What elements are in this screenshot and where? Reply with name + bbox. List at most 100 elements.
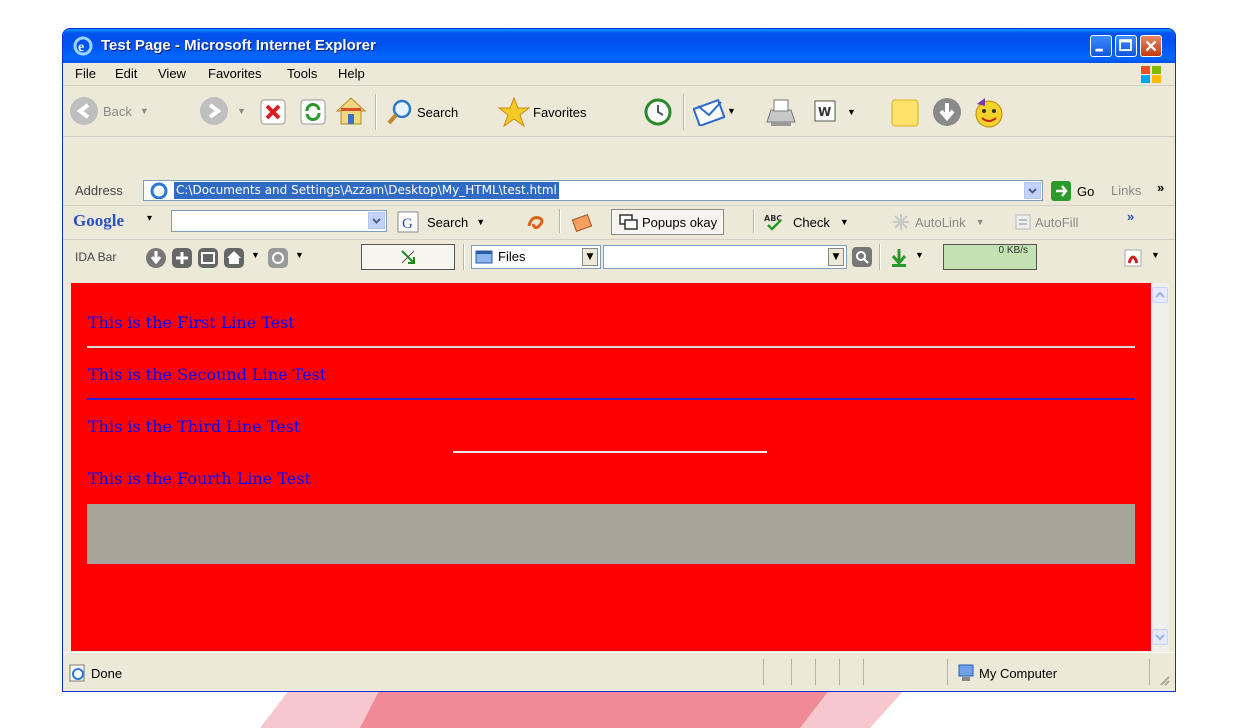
resize-grip-icon[interactable]	[1157, 673, 1171, 687]
notes-icon[interactable]	[889, 97, 921, 129]
ida-search-dropdown-icon[interactable]: ▼	[828, 248, 844, 266]
ida-scheduler-icon[interactable]	[267, 247, 289, 269]
toolbar-separator	[753, 209, 755, 233]
messenger-icon[interactable]	[971, 94, 1007, 130]
menu-favorites[interactable]: Favorites	[208, 66, 261, 81]
menu-view[interactable]: View	[158, 66, 186, 81]
search-button[interactable]: Search	[385, 98, 458, 126]
edit-dropdown-icon[interactable]: ▼	[847, 107, 856, 117]
close-window-button[interactable]	[1140, 35, 1162, 57]
print-icon[interactable]	[765, 96, 797, 128]
browser-window: e Test Page - Microsoft Internet Explore…	[62, 28, 1176, 692]
toolbar-separator	[879, 244, 881, 270]
ida-home-dropdown-icon[interactable]: ▼	[251, 250, 260, 260]
edit-word-button[interactable]: W ▼	[813, 99, 856, 125]
chevron-down-icon	[372, 218, 381, 224]
ida-speed-meter: 0 KB/s	[943, 244, 1037, 270]
forward-arrow-icon	[200, 97, 228, 125]
menu-tools[interactable]: Tools	[287, 66, 317, 81]
chevron-up-icon	[1155, 291, 1165, 298]
check-dropdown-icon[interactable]: ▼	[840, 217, 849, 227]
scroll-down-button[interactable]	[1152, 629, 1168, 645]
status-separator	[1149, 659, 1150, 685]
toolbar-separator	[375, 94, 377, 130]
forward-dropdown-icon[interactable]: ▼	[237, 106, 246, 116]
status-text: Done	[91, 666, 123, 681]
history-icon[interactable]	[643, 97, 673, 127]
page-icon	[150, 182, 168, 199]
google-logo[interactable]: Google	[73, 211, 124, 231]
ida-window-icon[interactable]	[197, 247, 219, 269]
stop-icon[interactable]	[259, 98, 287, 126]
autolink-button[interactable]: AutoLink ▼	[891, 212, 985, 232]
status-separator	[763, 659, 764, 685]
go-label: Go	[1077, 183, 1095, 199]
links-more-chevron[interactable]: »	[1157, 180, 1164, 195]
refresh-icon[interactable]	[299, 98, 327, 126]
menu-help[interactable]: Help	[338, 66, 365, 81]
address-field[interactable]: C:\Documents and Settings\Azzam\Desktop\…	[143, 180, 1043, 201]
google-logo-dropdown-icon[interactable]: ▾	[147, 213, 152, 224]
ida-add-icon[interactable]	[171, 247, 193, 269]
ida-home-icon[interactable]	[223, 247, 245, 269]
files-dropdown-icon[interactable]: ▼	[582, 248, 598, 266]
pagerank-icon[interactable]	[525, 212, 547, 234]
address-label: Address	[75, 183, 123, 198]
ida-speed-graph[interactable]	[361, 244, 455, 270]
minimize-icon	[1095, 48, 1103, 52]
page-done-icon	[69, 664, 85, 682]
download-circle-icon[interactable]	[931, 96, 963, 128]
popups-okay-button[interactable]: Popups okay	[611, 209, 725, 235]
google-search-dropdown-button[interactable]	[368, 212, 385, 229]
menu-file[interactable]: File	[75, 66, 96, 81]
google-search-button[interactable]: G Search ▼	[397, 211, 485, 233]
mail-button[interactable]: ▼	[693, 96, 736, 126]
go-button[interactable]: Go	[1051, 181, 1094, 201]
home-icon[interactable]	[335, 95, 367, 127]
standard-toolbar: Back ▼ ▼ Search Favorites ▼ W ▼	[63, 86, 1175, 137]
google-more-chevron[interactable]: »	[1127, 209, 1134, 224]
favorites-button[interactable]: Favorites	[497, 96, 586, 128]
ida-search-input[interactable]: ▼	[603, 245, 847, 269]
ida-green-dropdown-icon[interactable]: ▼	[915, 250, 924, 260]
vertical-scrollbar[interactable]	[1151, 283, 1169, 651]
autofill-button[interactable]: AutoFill	[1013, 212, 1078, 232]
ida-download-icon[interactable]	[145, 247, 167, 269]
svg-text:e: e	[78, 40, 84, 55]
favorites-label: Favorites	[533, 104, 587, 120]
minimize-button[interactable]	[1090, 35, 1112, 57]
toolbar-separator	[683, 94, 685, 130]
files-label: Files	[498, 249, 526, 264]
horizontal-rule	[87, 346, 1135, 348]
spell-check-button[interactable]: ABC Check ▼	[763, 212, 849, 232]
autolink-dropdown-icon[interactable]: ▼	[976, 217, 985, 227]
forward-button[interactable]: ▼	[199, 96, 246, 126]
back-dropdown-icon[interactable]: ▼	[140, 106, 149, 116]
google-search-dropdown-icon[interactable]: ▼	[476, 217, 485, 227]
spellcheck-icon: ABC	[764, 214, 782, 231]
check-label: Check	[793, 214, 830, 230]
horizontal-rule-short	[453, 451, 767, 453]
ida-search-icon[interactable]	[851, 246, 873, 268]
ida-scheduler-dropdown-icon[interactable]: ▼	[295, 250, 304, 260]
address-input[interactable]: C:\Documents and Settings\Azzam\Desktop\…	[174, 182, 559, 199]
google-search-input[interactable]	[171, 210, 387, 232]
ida-category-select[interactable]: Files ▼	[471, 245, 601, 269]
ida-green-download-icon[interactable]	[889, 247, 909, 269]
blog-this-icon[interactable]	[571, 211, 595, 233]
status-separator	[791, 659, 792, 685]
ida-cursor-icon	[401, 250, 415, 264]
maximize-button[interactable]	[1115, 35, 1137, 57]
mail-dropdown-icon[interactable]: ▼	[727, 106, 736, 116]
menu-edit[interactable]: Edit	[115, 66, 137, 81]
toolbar-separator	[559, 209, 561, 233]
status-separator	[815, 659, 816, 685]
links-label[interactable]: Links	[1111, 183, 1141, 198]
back-label: Back	[103, 103, 132, 119]
pdf-dropdown-icon[interactable]: ▼	[1151, 250, 1160, 260]
autolink-label: AutoLink	[915, 214, 966, 230]
scroll-up-button[interactable]	[1152, 287, 1168, 303]
pdf-icon[interactable]	[1123, 247, 1147, 269]
address-dropdown-button[interactable]	[1024, 182, 1041, 199]
back-button[interactable]: Back ▼	[69, 96, 149, 126]
